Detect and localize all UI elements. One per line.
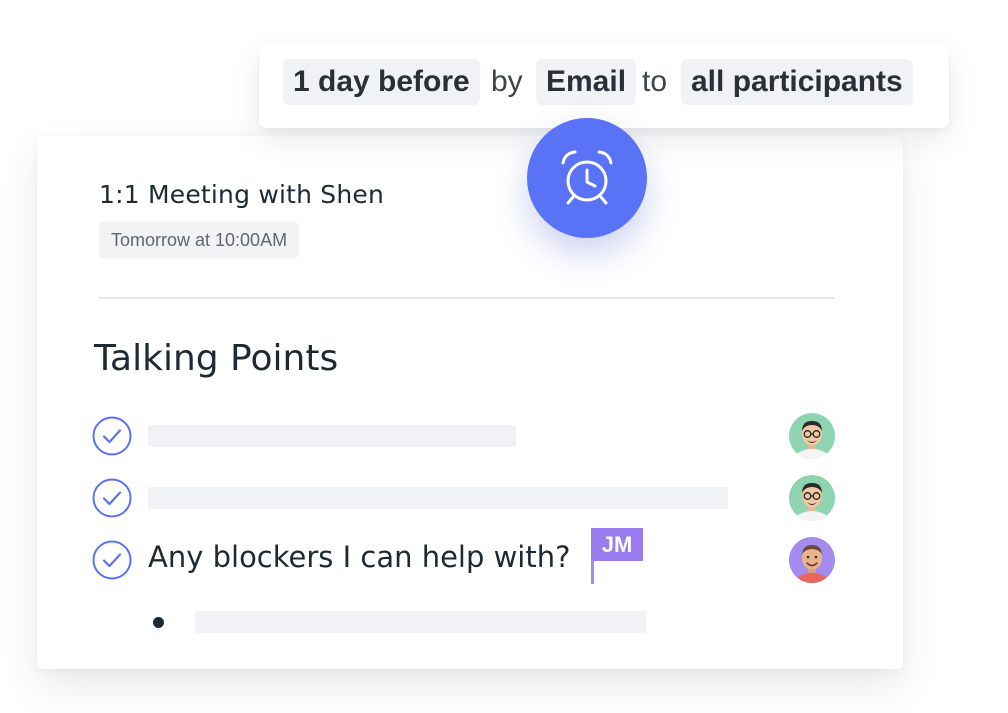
avatar-man-glasses-icon bbox=[789, 413, 835, 459]
talking-point-text[interactable]: Any blockers I can help with? bbox=[148, 540, 571, 574]
talking-points-heading: Talking Points bbox=[94, 338, 339, 379]
reminder-channel-chip[interactable]: Email bbox=[536, 59, 637, 105]
bullet-dot bbox=[153, 617, 164, 628]
check-circle-icon[interactable] bbox=[92, 416, 132, 456]
meeting-card bbox=[37, 136, 903, 669]
avatar bbox=[789, 475, 835, 521]
reminder-illustration: 1:1 Meeting with Shen Tomorrow at 10:00A… bbox=[0, 0, 1008, 713]
talking-point-placeholder[interactable] bbox=[148, 425, 516, 447]
reminder-recipients-chip[interactable]: all participants bbox=[681, 59, 913, 105]
avatar bbox=[789, 413, 835, 459]
author-flag: JM bbox=[591, 528, 645, 584]
avatar-man-glasses-icon bbox=[789, 475, 835, 521]
check-circle-icon[interactable] bbox=[92, 540, 132, 580]
check-circle-icon[interactable] bbox=[92, 478, 132, 518]
reminder-to-label: to bbox=[642, 65, 668, 98]
reminder-by-label: by bbox=[491, 65, 523, 98]
divider bbox=[99, 297, 835, 299]
talking-point-placeholder[interactable] bbox=[148, 487, 728, 509]
reminder-timing-chip[interactable]: 1 day before bbox=[283, 59, 480, 105]
avatar bbox=[789, 537, 835, 583]
meeting-title: 1:1 Meeting with Shen bbox=[99, 180, 385, 209]
meeting-time-badge: Tomorrow at 10:00AM bbox=[99, 222, 300, 258]
alarm-clock-icon bbox=[561, 150, 613, 205]
sub-bullet-placeholder[interactable] bbox=[195, 611, 646, 633]
avatar-man-smiling-icon bbox=[789, 537, 835, 583]
alarm-badge bbox=[527, 118, 647, 238]
author-initials: JM bbox=[591, 528, 643, 561]
